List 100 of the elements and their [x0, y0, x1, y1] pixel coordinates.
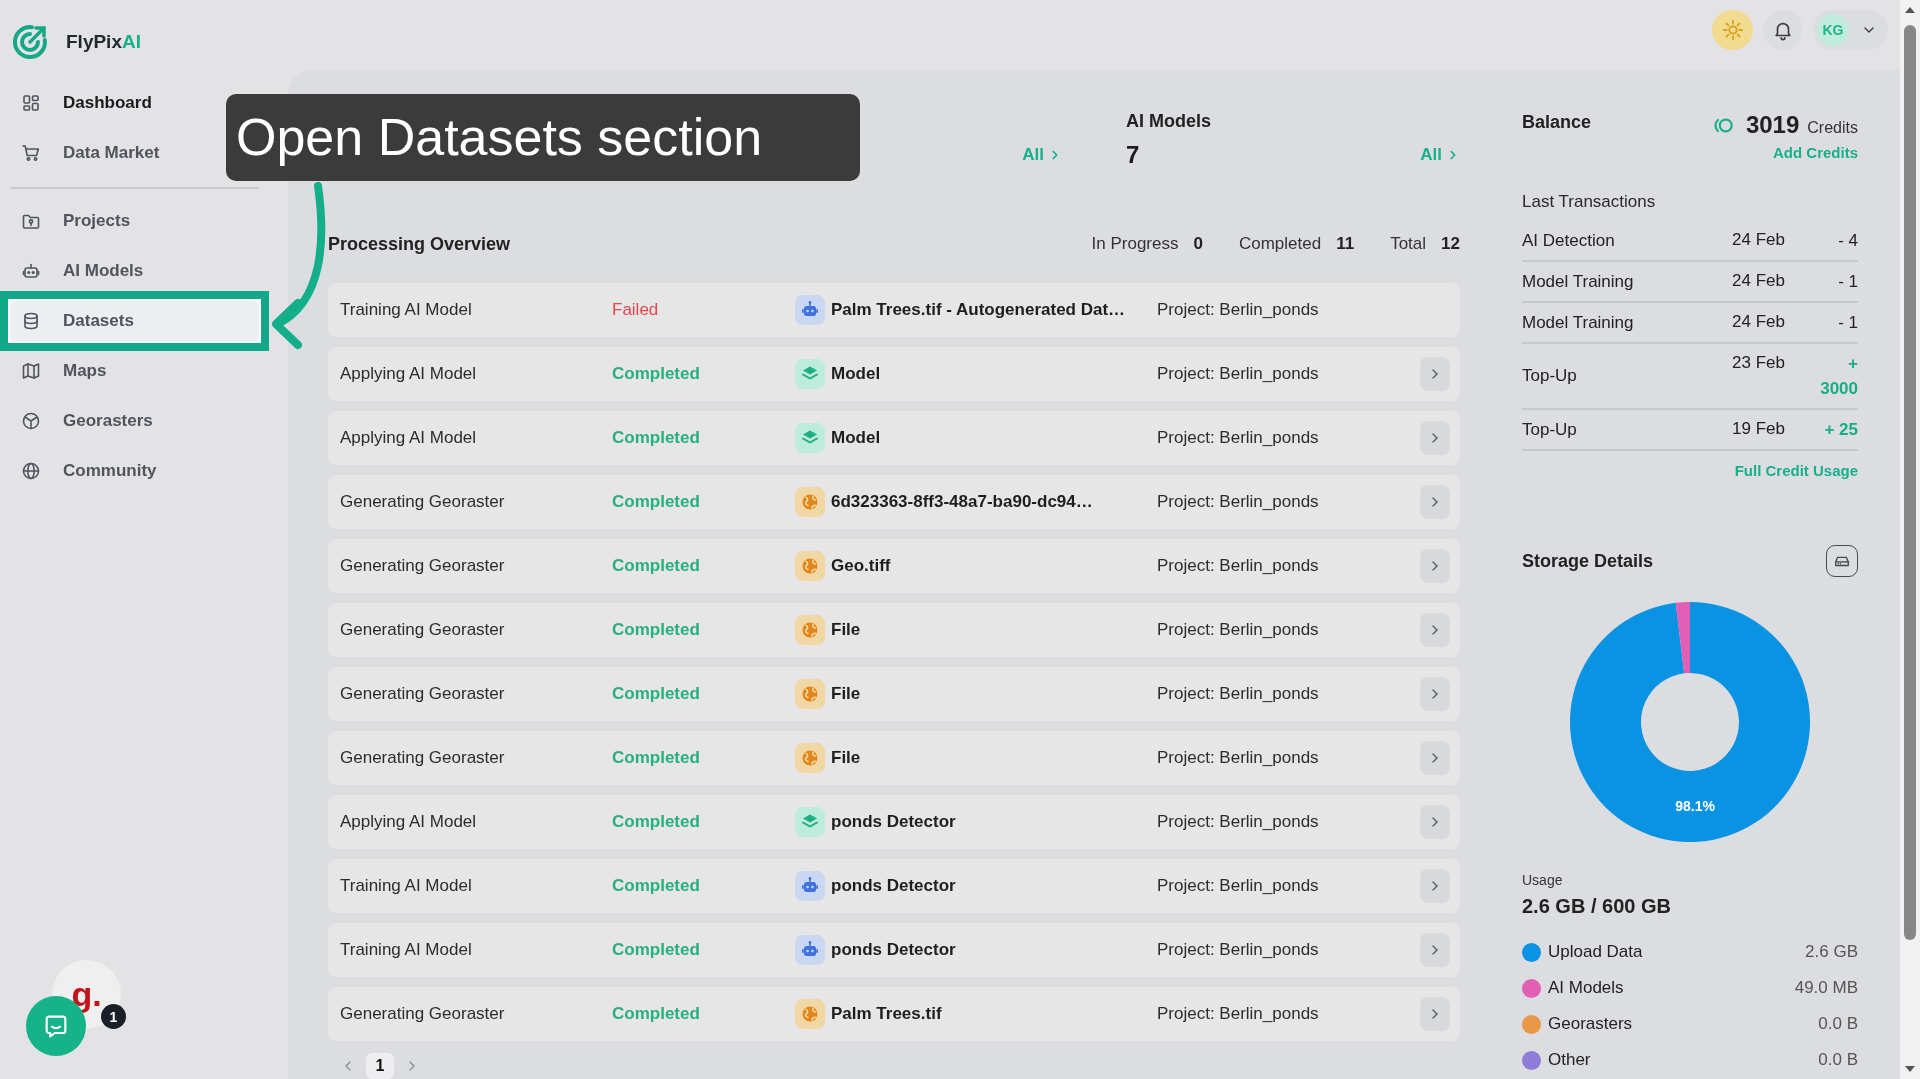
globe-icon — [795, 679, 825, 709]
cart-icon — [21, 143, 41, 163]
open-button[interactable] — [1420, 869, 1450, 903]
credit-balance: 3019 — [1745, 110, 1800, 140]
globe-icon — [795, 551, 825, 581]
credit-unit: Credits — [1807, 119, 1858, 137]
usage-label: Usage — [1522, 871, 1564, 889]
process-status: Completed — [612, 364, 700, 384]
legend-value: 0.0 B — [1818, 1014, 1858, 1034]
open-button[interactable] — [1420, 613, 1450, 647]
counter-value: 12 — [1441, 234, 1460, 254]
open-button[interactable] — [1420, 805, 1450, 839]
theme-toggle-button[interactable] — [1712, 10, 1753, 50]
globe-icon — [795, 743, 825, 773]
robot-icon — [21, 261, 41, 281]
transaction-date: 24 Feb — [1732, 311, 1786, 333]
open-button[interactable] — [1420, 741, 1450, 775]
transaction-amount: + 25 — [1823, 419, 1858, 441]
process-type: Generating Georaster — [340, 748, 505, 768]
layers-icon — [795, 807, 825, 837]
robot-icon — [795, 871, 825, 901]
process-type: Generating Georaster — [340, 556, 505, 576]
project-name: Project: Berlin_ponds — [1157, 492, 1319, 512]
sidebar-item[interactable]: Georasters — [10, 401, 165, 441]
legend-value: 49.0 MB — [1794, 978, 1858, 998]
sidebar-item[interactable]: Dashboard — [10, 83, 164, 123]
layers-icon — [795, 359, 825, 389]
process-type: Training AI Model — [340, 876, 472, 896]
project-name: Project: Berlin_ponds — [1157, 620, 1319, 640]
process-status: Failed — [612, 300, 659, 320]
sidebar-item[interactable]: AI Models — [10, 251, 156, 291]
legend-value: 2.6 GB — [1805, 942, 1858, 962]
scroll-down-icon[interactable] — [1904, 1065, 1916, 1073]
process-status: Completed — [612, 748, 700, 768]
transaction-date: 24 Feb — [1732, 270, 1786, 292]
sidebar-item[interactable]: Projects — [10, 201, 143, 241]
process-type: Generating Georaster — [340, 684, 505, 704]
transaction-date: 23 Feb — [1732, 352, 1786, 374]
stat-title: AI Models — [1126, 110, 1212, 132]
open-button[interactable] — [1420, 997, 1450, 1031]
open-button[interactable] — [1420, 485, 1450, 519]
robot-icon — [795, 295, 825, 325]
transaction-label: Model Training — [1522, 270, 1635, 293]
section-subtitle: Last Transactions — [1522, 191, 1657, 213]
open-button[interactable] — [1420, 677, 1450, 711]
section-title: Balance — [1522, 111, 1592, 134]
process-status: Completed — [612, 428, 700, 448]
storage-button[interactable] — [1826, 545, 1858, 577]
project-name: Project: Berlin_ponds — [1157, 812, 1319, 832]
process-status: Completed — [612, 876, 700, 896]
project-name: Project: Berlin_ponds — [1157, 364, 1319, 384]
sidebar-item[interactable]: Maps — [10, 351, 119, 391]
sidebar-item[interactable]: Data Market — [10, 133, 172, 173]
process-status: Completed — [612, 684, 700, 704]
legend-label: Upload Data — [1548, 942, 1643, 962]
process-type: Applying AI Model — [340, 812, 477, 832]
process-status: Completed — [612, 620, 700, 640]
globe-icon — [795, 999, 825, 1029]
notifications-button[interactable] — [1763, 10, 1803, 50]
item-name: File — [831, 684, 861, 704]
counter-value: 11 — [1336, 234, 1355, 254]
legend-label: Other — [1548, 1050, 1591, 1070]
legend-label: Georasters — [1548, 1014, 1633, 1034]
process-type: Applying AI Model — [340, 364, 477, 384]
item-name: Model — [831, 364, 881, 384]
item-name: File — [831, 748, 861, 768]
page-button[interactable]: 1 — [366, 1053, 394, 1079]
project-name: Project: Berlin_ponds — [1157, 300, 1319, 320]
notification-badge: 1 — [101, 1004, 126, 1029]
open-button[interactable] — [1420, 357, 1450, 391]
open-button[interactable] — [1420, 933, 1450, 967]
transaction-amount: + 3000 — [1819, 353, 1858, 400]
project-name: Project: Berlin_ponds — [1157, 940, 1319, 960]
item-name: File — [831, 620, 861, 640]
sidebar-item[interactable]: Community — [10, 451, 169, 491]
transaction-date: 19 Feb — [1732, 418, 1786, 440]
scrollbar-track[interactable] — [1900, 0, 1920, 1079]
process-type: Training AI Model — [340, 300, 472, 320]
project-name: Project: Berlin_ponds — [1157, 684, 1319, 704]
project-name: Project: Berlin_ponds — [1157, 1004, 1319, 1024]
item-name: ponds Detector — [831, 940, 956, 960]
layers-icon — [795, 423, 825, 453]
process-type: Generating Georaster — [340, 1004, 505, 1024]
item-name: Geo.tiff — [831, 556, 891, 576]
open-button[interactable] — [1420, 549, 1450, 583]
user-avatar: KG — [1817, 14, 1849, 46]
process-status: Completed — [612, 492, 700, 512]
project-name: Project: Berlin_ponds — [1157, 748, 1319, 768]
legend-label: AI Models — [1548, 978, 1624, 998]
process-type: Applying AI Model — [340, 428, 477, 448]
scrollbar-thumb[interactable] — [1904, 25, 1916, 940]
open-button[interactable] — [1420, 421, 1450, 455]
section-title: Storage Details — [1522, 550, 1654, 573]
database-icon — [21, 311, 41, 331]
counter-label: Completed — [1238, 234, 1322, 254]
sidebar-item[interactable]: Datasets — [10, 301, 259, 341]
project-name: Project: Berlin_ponds — [1157, 556, 1319, 576]
map-icon — [21, 361, 41, 381]
scroll-up-icon[interactable] — [1904, 6, 1916, 14]
process-status: Completed — [612, 556, 700, 576]
